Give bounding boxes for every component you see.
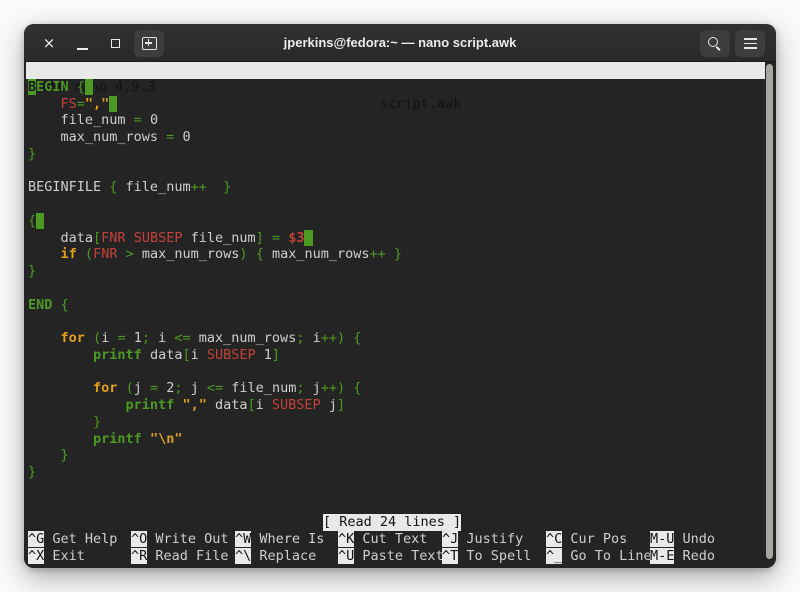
shortcut-label: Where Is [251,531,324,547]
shortcut-cut-text: ^K Cut Text [338,531,427,548]
shortcut-row-2: ^X Exit ^R Read File ^\ Replace ^U Paste Te… [24,548,776,565]
shortcut-go-to-line: ^_ Go To Line [546,548,652,565]
shortcut-exit: ^X Exit [28,548,85,565]
code-line: END { [24,297,764,314]
shortcut-justify: ^J Justify [442,531,523,548]
shortcut-key: ^W [235,531,251,547]
shortcut-label: Replace [251,548,316,564]
code-line: printf "\n" [24,431,764,448]
code-line [24,280,764,297]
code-line: printf data[i SUBSEP 1] [24,347,764,364]
terminal-window: × jperkins@fedora:~ — nano script.awk GN… [24,24,776,568]
code-line: for (j = 2; j <= file_num; j++) { [24,380,764,397]
shortcut-label: Paste Text [354,548,443,564]
code-line: } [24,464,764,481]
code-line: BEGINFILE { file_num++ } [24,179,764,196]
code-area: BEGIN { FS="," file_num = 0 max_num_rows… [24,79,764,481]
nano-header: GNU nano 4.9.3 script.awk [26,62,765,79]
shortcut-key: ^\ [235,548,251,564]
shortcut-key: ^G [28,531,44,547]
shortcut-label: Cur Pos [562,531,627,547]
shortcut-get-help: ^G Get Help [28,531,117,548]
code-line: } [24,447,764,464]
shortcut-row-1: ^G Get Help ^O Write Out ^W Where Is ^K Cut… [24,531,776,548]
shortcut-key: ^T [442,548,458,564]
shortcut-label: Justify [458,531,523,547]
scrollbar-thumb[interactable] [766,64,773,559]
shortcut-key: ^C [546,531,562,547]
code-line [24,364,764,381]
code-line: { [24,213,764,230]
shortcut-paste-text: ^U Paste Text [338,548,444,565]
shortcut-key: M-E [650,548,674,564]
code-line: BEGIN { [24,79,764,96]
menu-icon [744,38,757,49]
shortcut-cur-pos: ^C Cur Pos [546,531,627,548]
menu-button[interactable] [735,30,765,57]
shortcut-label: To Spell [458,548,531,564]
shortcut-write-out: ^O Write Out [131,531,229,548]
code-line: max_num_rows = 0 [24,129,764,146]
shortcut-key: ^J [442,531,458,547]
shortcut-label: Cut Text [354,531,427,547]
shortcut-key: ^X [28,548,44,564]
shortcut-label: Read File [147,548,228,564]
code-line: file_num = 0 [24,112,764,129]
code-line: } [24,146,764,163]
search-icon [707,36,723,52]
code-line: printf "," data[i SUBSEP j] [24,397,764,414]
code-line [24,313,764,330]
terminal-screen[interactable]: GNU nano 4.9.3 script.awk BEGIN { FS=","… [24,62,776,568]
code-line: if (FNR > max_num_rows) { max_num_rows++… [24,246,764,263]
code-line: } [24,414,764,431]
titlebar[interactable]: × jperkins@fedora:~ — nano script.awk [24,24,776,62]
shortcut-label: Get Help [44,531,117,547]
code-line: data[FNR SUBSEP file_num] = $3 [24,230,764,247]
nano-status-bar: [ Read 24 lines ] [323,514,461,531]
shortcut-label: Go To Line [562,548,651,564]
code-line: } [24,263,764,280]
shortcut-key: M-U [650,531,674,547]
shortcut-undo: M-U Undo [650,531,715,548]
search-button[interactable] [700,30,730,57]
code-line [24,196,764,213]
shortcut-redo: M-E Redo [650,548,715,565]
shortcut-label: Redo [674,548,715,564]
shortcut-replace: ^\ Replace [235,548,316,565]
shortcut-key: ^O [131,531,147,547]
shortcut-key: ^U [338,548,354,564]
shortcut-where-is: ^W Where Is [235,531,324,548]
code-line: FS="," [24,96,764,113]
shortcut-label: Exit [44,548,85,564]
shortcut-key: ^R [131,548,147,564]
window-title: jperkins@fedora:~ — nano script.awk [24,24,776,62]
shortcut-label: Write Out [147,531,228,547]
shortcut-key: ^K [338,531,354,547]
shortcut-read-file: ^R Read File [131,548,229,565]
shortcut-label: Undo [674,531,715,547]
shortcut-key: ^_ [546,548,562,564]
code-line [24,163,764,180]
code-line: for (i = 1; i <= max_num_rows; i++) { [24,330,764,347]
shortcut-to-spell: ^T To Spell [442,548,531,565]
